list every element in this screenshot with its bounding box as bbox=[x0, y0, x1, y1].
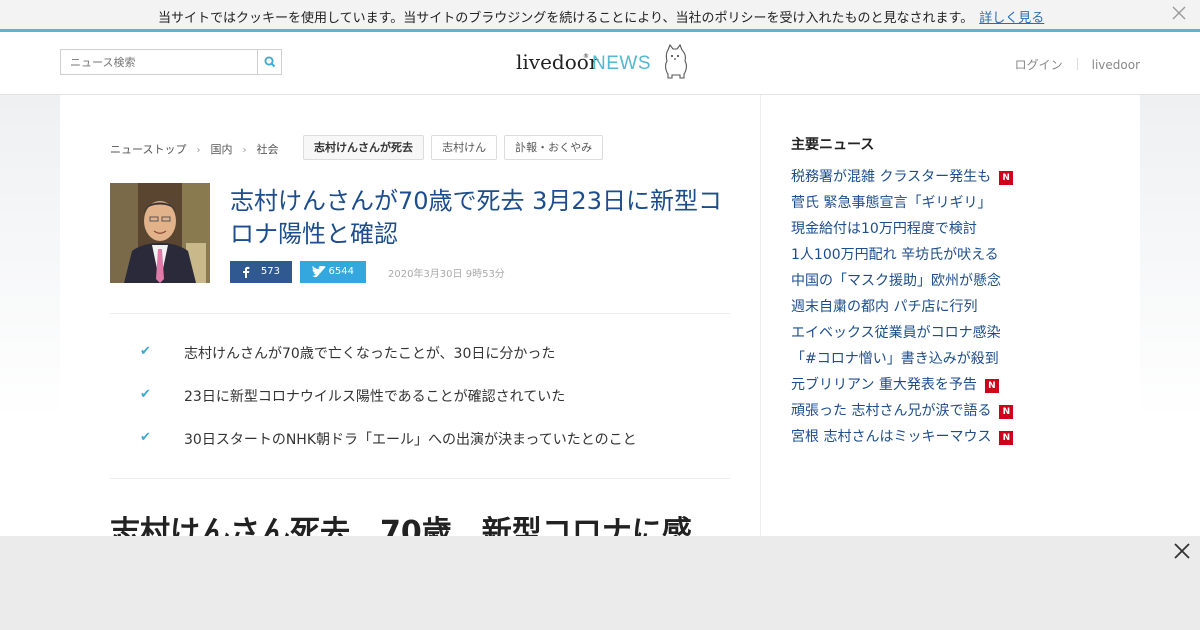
article-thumbnail[interactable] bbox=[110, 183, 210, 283]
login-link[interactable]: ログイン bbox=[1015, 58, 1063, 72]
breadcrumb-item-top[interactable]: ニューストップ bbox=[110, 141, 186, 157]
divider bbox=[110, 313, 730, 314]
news-item-text[interactable]: 現金給付は10万円程度で検討 bbox=[791, 221, 977, 237]
news-item[interactable]: 1人100万円配れ 辛坊氏が吠える bbox=[791, 244, 1013, 270]
facebook-count: 573 bbox=[260, 266, 280, 277]
site-header: livedoor ® NEWS ログイン livedoor bbox=[0, 32, 1200, 95]
cookie-message: 当サイトではクッキーを使用しています。当サイトのブラウジングを続けることにより、… bbox=[158, 7, 1044, 26]
cookie-message-text: 当サイトではクッキーを使用しています。当サイトのブラウジングを続けることにより、… bbox=[158, 11, 974, 26]
tag-shimura-ken[interactable]: 志村けん bbox=[431, 135, 498, 160]
chevron-right-icon: › bbox=[242, 145, 247, 156]
news-item[interactable]: 週末自粛の都内 パチ店に行列 bbox=[791, 296, 1013, 322]
twitter-icon bbox=[312, 266, 326, 278]
news-item[interactable]: 税務署が混雑 クラスター発生も N bbox=[791, 166, 1014, 192]
news-item-text[interactable]: 中国の「マスク援助」欧州が懸念 bbox=[791, 273, 1001, 289]
breadcrumb-item-society[interactable]: 社会 bbox=[256, 141, 278, 157]
search-button[interactable] bbox=[257, 50, 281, 74]
share-buttons: 573 6544 bbox=[230, 261, 366, 283]
new-badge: N bbox=[999, 405, 1014, 419]
new-badge: N bbox=[999, 171, 1014, 185]
top-news-heading: 主要ニュース bbox=[791, 137, 875, 153]
dog-mascot-icon bbox=[665, 44, 687, 79]
news-item[interactable]: 頑張った 志村さん兄が涙で語る N bbox=[791, 400, 1014, 426]
article-date: 2020年3月30日 9時53分 bbox=[388, 269, 505, 280]
portrait-photo bbox=[110, 183, 210, 283]
top-news-list: 税務署が混雑 クラスター発生も N 菅氏 緊急事態宣言「ギリギリ」 現金給付は10… bbox=[791, 166, 1014, 452]
news-item[interactable]: 中国の「マスク援助」欧州が懸念 bbox=[791, 270, 1013, 296]
summary-point-text: 志村けんさんが70歳で亡くなったことが、30日に分かった bbox=[184, 346, 556, 362]
ad-overlay bbox=[0, 536, 1200, 630]
article-title[interactable]: 志村けんさんが70歳で死去 3月23日に新型コロナ陽性と確認 bbox=[230, 185, 735, 251]
facebook-icon bbox=[243, 266, 250, 278]
header-divider bbox=[1076, 58, 1078, 70]
news-item-text[interactable]: 宮根 志村さんはミッキーマウス bbox=[791, 429, 991, 445]
logo-news: NEWS bbox=[592, 53, 651, 74]
chevron-right-icon: › bbox=[196, 145, 201, 156]
news-item-text[interactable]: エイベックス従業員がコロナ感染 bbox=[791, 325, 1001, 341]
summary-point-text: 30日スタートのNHK朝ドラ「エール」への出演が決まっていたとのこと bbox=[184, 432, 637, 448]
livedoor-link[interactable]: livedoor bbox=[1092, 58, 1140, 72]
header-links: ログイン livedoor bbox=[1015, 56, 1140, 73]
close-icon[interactable] bbox=[1170, 5, 1188, 23]
news-item-text[interactable]: 頑張った 志村さん兄が涙で語る bbox=[791, 403, 991, 419]
divider bbox=[110, 478, 730, 479]
news-item[interactable]: エイベックス従業員がコロナ感染 bbox=[791, 322, 1013, 348]
check-icon: ✔ bbox=[140, 344, 151, 359]
topic-tags: 志村けんさんが死去 志村けん 訃報・おくやみ bbox=[303, 135, 605, 160]
news-item-text[interactable]: 税務署が混雑 クラスター発生も bbox=[791, 169, 991, 185]
search-form bbox=[60, 49, 282, 75]
news-item[interactable]: 現金給付は10万円程度で検討 bbox=[791, 218, 1013, 244]
news-item-text[interactable]: 元ブリリアン 重大発表を予告 bbox=[791, 377, 977, 393]
close-icon[interactable] bbox=[1172, 542, 1192, 562]
new-badge: N bbox=[984, 379, 999, 393]
news-item-text[interactable]: 菅氏 緊急事態宣言「ギリギリ」 bbox=[791, 195, 991, 211]
news-item-text[interactable]: 週末自粛の都内 パチ店に行列 bbox=[791, 299, 977, 315]
news-item-text[interactable]: 1人100万円配れ 辛坊氏が吠える bbox=[791, 247, 999, 263]
news-item[interactable]: 「#コロナ憎い」書き込みが殺到 bbox=[791, 348, 1013, 374]
news-item[interactable]: 元ブリリアン 重大発表を予告 N bbox=[791, 374, 1013, 400]
search-icon bbox=[264, 56, 276, 68]
news-item-text[interactable]: 「#コロナ憎い」書き込みが殺到 bbox=[791, 351, 999, 367]
twitter-count: 6544 bbox=[328, 266, 354, 277]
tag-obituary[interactable]: 訃報・おくやみ bbox=[504, 135, 604, 160]
twitter-share-button[interactable]: 6544 bbox=[300, 261, 366, 283]
news-item[interactable]: 菅氏 緊急事態宣言「ギリギリ」 bbox=[791, 192, 1013, 218]
check-icon: ✔ bbox=[140, 430, 151, 445]
breadcrumb: ニューストップ › 国内 › 社会 bbox=[110, 141, 278, 157]
check-icon: ✔ bbox=[140, 387, 151, 402]
new-badge: N bbox=[999, 431, 1014, 445]
cookie-banner: 当サイトではクッキーを使用しています。当サイトのブラウジングを続けることにより、… bbox=[0, 0, 1200, 32]
news-item[interactable]: 宮根 志村さんはミッキーマウス N bbox=[791, 426, 1014, 452]
breadcrumb-item-domestic[interactable]: 国内 bbox=[210, 141, 232, 157]
facebook-share-button[interactable]: 573 bbox=[230, 261, 292, 283]
tag-shimura-death[interactable]: 志村けんさんが死去 bbox=[303, 135, 424, 160]
logo-registered-mark: ® bbox=[583, 53, 589, 60]
cookie-more-link[interactable]: 詳しく見る bbox=[979, 11, 1044, 26]
search-input[interactable] bbox=[61, 50, 257, 74]
summary-point-text: 23日に新型コロナウイルス陽性であることが確認されていた bbox=[184, 389, 566, 405]
